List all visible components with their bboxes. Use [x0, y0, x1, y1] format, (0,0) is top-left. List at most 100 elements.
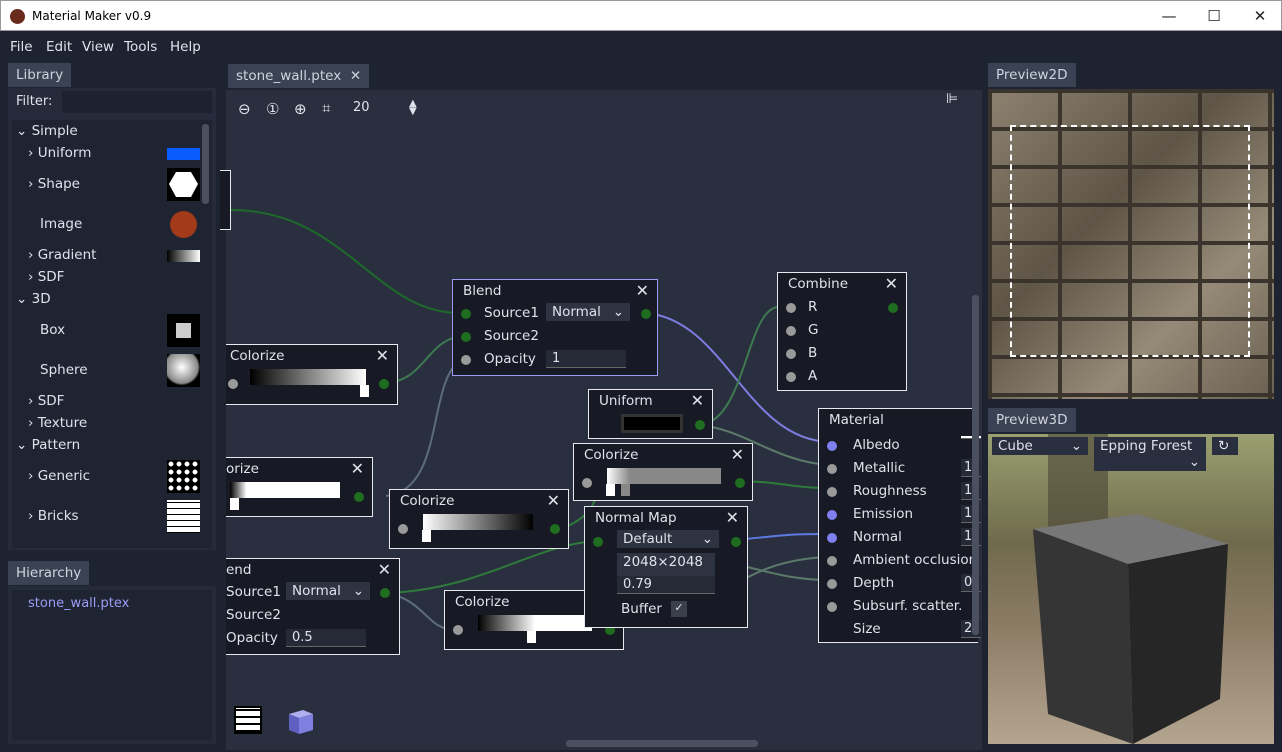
blend-mode-select[interactable]: Normal ⌄: [546, 303, 630, 321]
hierarchy-item[interactable]: stone_wall.ptex: [28, 596, 129, 611]
node-colorize[interactable]: Colorize✕: [573, 443, 753, 501]
tree-item-shape[interactable]: › Shape: [28, 176, 80, 192]
snap-grid-icon[interactable]: ⌗: [322, 99, 330, 117]
gradient-editor[interactable]: [423, 514, 533, 530]
gradient-editor[interactable]: [478, 615, 592, 631]
bricks-preview-icon[interactable]: [234, 706, 262, 734]
zoom-in-icon[interactable]: ⊕: [294, 100, 307, 118]
tree-item-texture[interactable]: › Texture: [28, 415, 87, 431]
gradient-editor[interactable]: [250, 369, 366, 385]
close-icon[interactable]: ✕: [376, 346, 389, 365]
node-colorize[interactable]: orize ✕: [226, 457, 373, 517]
align-icon[interactable]: ⊫: [946, 91, 958, 107]
spin-arrows-icon[interactable]: ▲ ▼: [409, 99, 417, 117]
tree-item-image[interactable]: Image: [40, 216, 82, 232]
tree-item-uniform[interactable]: › Uniform: [28, 145, 91, 161]
gradient-editor[interactable]: [607, 468, 721, 484]
tree-item-bricks[interactable]: › Bricks: [28, 508, 79, 524]
uniform-thumbnail: [167, 148, 200, 160]
tree-item-sdf-3d[interactable]: › SDF: [28, 393, 64, 409]
tree-item-sdf[interactable]: › SDF: [28, 269, 64, 285]
filter-input[interactable]: [62, 91, 212, 113]
cube-preview-icon[interactable]: [285, 706, 315, 740]
connection: [230, 209, 463, 315]
node-colorize[interactable]: Colorize✕: [226, 344, 398, 405]
maximize-button[interactable]: ☐: [1191, 5, 1237, 27]
close-icon[interactable]: ✕: [547, 491, 560, 510]
rotate-icon[interactable]: ↻: [1212, 437, 1238, 455]
tab-close-icon[interactable]: ✕: [350, 68, 361, 84]
port-label: Subsurf. scatter.: [853, 598, 963, 614]
close-icon[interactable]: ✕: [731, 445, 744, 464]
close-icon[interactable]: ✕: [885, 274, 898, 293]
snap-value[interactable]: 20: [353, 100, 370, 115]
preview2d-image[interactable]: [988, 89, 1274, 399]
input-port[interactable]: [827, 487, 837, 497]
input-port[interactable]: [827, 602, 837, 612]
input-port[interactable]: [827, 510, 837, 520]
opacity-field[interactable]: 1: [546, 350, 626, 368]
menu-file[interactable]: File: [10, 39, 33, 55]
tree-item-simple[interactable]: ⌄ Simple: [16, 123, 78, 139]
object-select[interactable]: Cube ⌄: [992, 437, 1088, 455]
menu-tools[interactable]: Tools: [124, 39, 157, 55]
zoom-out-icon[interactable]: ⊖: [238, 100, 251, 118]
tab-hierarchy[interactable]: Hierarchy: [8, 561, 90, 585]
close-icon[interactable]: ✕: [378, 560, 391, 579]
gradient-handle[interactable]: [422, 530, 431, 542]
node-blend[interactable]: Blend ✕ Source1 Normal ⌄ Source2 Opacity 1: [452, 279, 658, 376]
gradient-handle[interactable]: [527, 631, 536, 643]
node-title: Blend: [463, 283, 502, 299]
input-port[interactable]: [827, 533, 837, 543]
minimize-button[interactable]: —: [1146, 5, 1192, 27]
generic-thumbnail: [167, 460, 200, 493]
node-blend[interactable]: end ✕ Source1 Normal ⌄ Source2 Opacity 0.5: [226, 558, 400, 655]
node-combine[interactable]: Combine ✕ R G B A: [777, 272, 907, 391]
tree-item-generic[interactable]: › Generic: [28, 468, 90, 484]
input-port[interactable]: [827, 441, 837, 451]
normal-format-select[interactable]: Default ⌄: [617, 530, 719, 548]
color-swatch[interactable]: [621, 414, 683, 433]
graph-horizontal-scrollbar[interactable]: [566, 740, 758, 747]
menu-help[interactable]: Help: [170, 39, 201, 55]
tab-preview2d[interactable]: Preview2D: [988, 63, 1076, 87]
close-button[interactable]: ✕: [1237, 5, 1282, 27]
sphere-thumbnail: [167, 354, 200, 387]
buffer-checkbox[interactable]: ✓: [671, 601, 687, 617]
zoom-reset-icon[interactable]: ①: [266, 100, 279, 118]
node-partial[interactable]: [220, 170, 231, 230]
gradient-handle[interactable]: [606, 484, 615, 496]
preview3d-viewport[interactable]: Cube ⌄ Epping Forest ⌄ ↻: [988, 434, 1274, 744]
tab-preview3d[interactable]: Preview3D: [988, 408, 1076, 432]
tab-stone-wall[interactable]: stone_wall.ptex ✕: [228, 64, 370, 88]
opacity-field[interactable]: 0.5: [286, 629, 366, 647]
menu-view[interactable]: View: [82, 39, 114, 55]
node-uniform[interactable]: Uniform ✕: [588, 389, 713, 439]
tree-item-sphere[interactable]: Sphere: [40, 362, 88, 378]
blend-mode-select[interactable]: Normal ⌄: [286, 582, 370, 600]
close-icon[interactable]: ✕: [351, 459, 364, 478]
input-port[interactable]: [827, 464, 837, 474]
library-scrollbar[interactable]: [202, 124, 209, 204]
node-normal-map[interactable]: Normal Map✕ Default⌄ 2048×2048⌄ 0.79 Buf…: [584, 506, 748, 628]
gradient-handle[interactable]: [360, 385, 369, 397]
close-icon[interactable]: ✕: [691, 391, 704, 410]
menu-edit[interactable]: Edit: [46, 39, 72, 55]
gradient-handle[interactable]: [621, 484, 630, 496]
input-port[interactable]: [827, 579, 837, 589]
close-icon[interactable]: ✕: [636, 281, 649, 300]
node-colorize[interactable]: Colorize✕: [389, 489, 569, 549]
gradient-editor[interactable]: [230, 482, 340, 498]
tab-library[interactable]: Library: [8, 63, 72, 87]
tree-item-pattern[interactable]: ⌄ Pattern: [16, 437, 80, 453]
tree-item-gradient[interactable]: › Gradient: [28, 247, 96, 263]
graph-vertical-scrollbar[interactable]: [972, 295, 979, 635]
close-icon[interactable]: ✕: [726, 508, 739, 527]
gradient-handle[interactable]: [230, 498, 239, 510]
input-port[interactable]: [827, 556, 837, 566]
amount-field[interactable]: 0.79: [617, 576, 715, 594]
tree-item-3d[interactable]: ⌄ 3D: [16, 291, 51, 307]
environment-select[interactable]: Epping Forest ⌄: [1094, 437, 1206, 471]
node-material[interactable]: Material Albedo Metallic 1 Roughness 1 Emissi…: [818, 408, 981, 643]
tree-item-box[interactable]: Box: [40, 322, 65, 338]
